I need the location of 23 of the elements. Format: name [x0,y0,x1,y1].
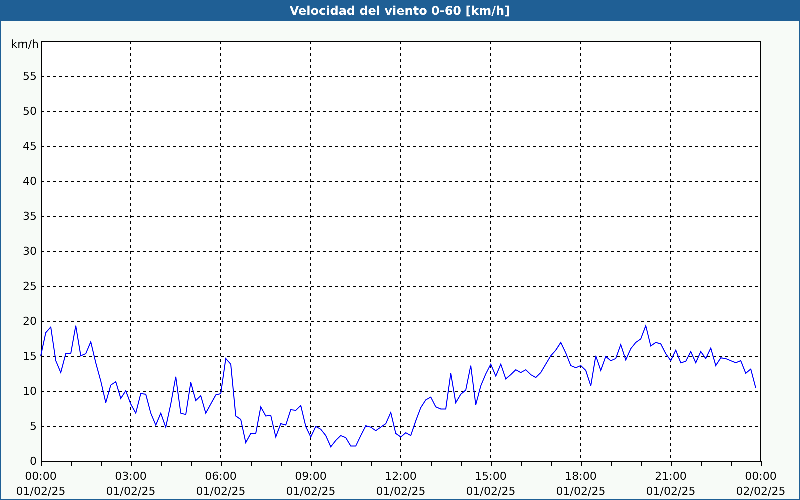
x-tick-label: 15:00 01/02/25 [466,470,516,498]
x-tick-label: 06:00 01/02/25 [196,470,246,498]
y-tick-label: 50 [23,105,37,118]
y-tick-label: 25 [23,280,37,293]
y-tick-label: 40 [23,175,37,188]
x-tick-label: 21:00 01/02/25 [646,470,696,498]
y-tick-label: 35 [23,210,37,223]
x-tick-label: 12:00 01/02/25 [376,470,426,498]
y-tick-label: 0 [30,455,37,468]
y-axis-unit: km/h [11,38,39,51]
window-title: Velocidad del viento 0-60 [km/h] [290,4,510,18]
y-tick-label: 30 [23,245,37,258]
x-tick-label: 18:00 01/02/25 [556,470,606,498]
x-tick-label: 09:00 01/02/25 [286,470,336,498]
y-tick-label: 5 [30,420,37,433]
y-tick-label: 55 [23,70,37,83]
y-tick-label: 15 [23,350,37,363]
x-tick-label: 03:00 01/02/25 [106,470,156,498]
x-tick-label: 00:00 02/02/25 [736,470,786,498]
y-tick-label: 10 [23,385,37,398]
y-tick-label: 20 [23,315,37,328]
y-tick-label: 45 [23,140,37,153]
x-tick-label: 00:00 01/02/25 [16,470,66,498]
